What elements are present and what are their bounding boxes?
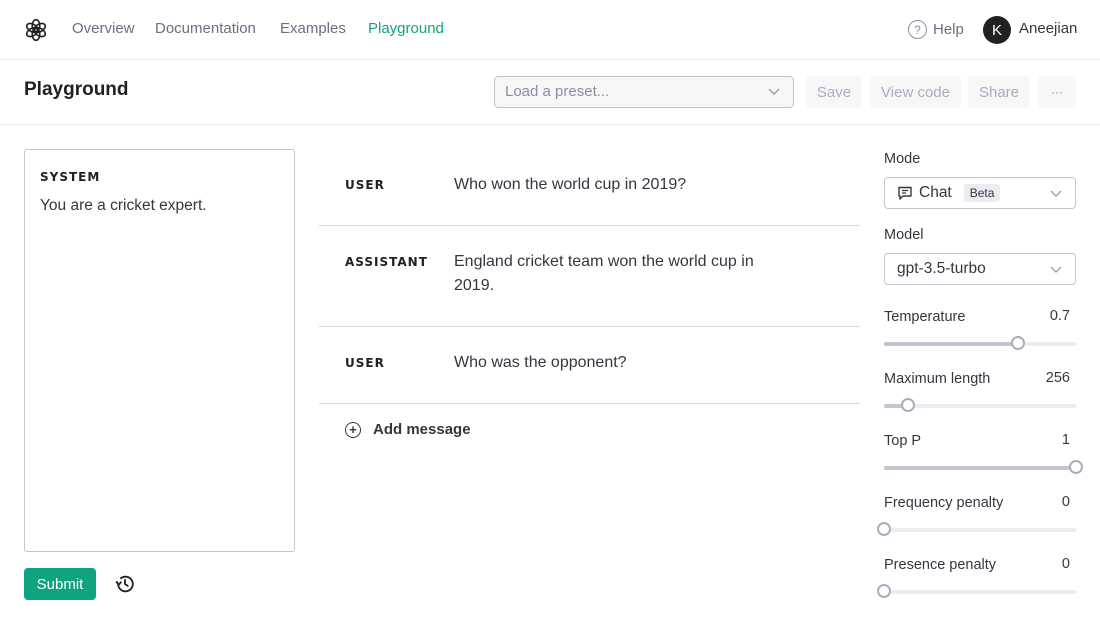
frequency-penalty-slider-thumb[interactable] (877, 522, 891, 536)
message-content[interactable]: Who was the opponent? (454, 351, 784, 375)
page-header: Playground Load a preset... Save View co… (0, 60, 1100, 125)
openai-logo-icon[interactable] (23, 17, 49, 43)
preset-placeholder: Load a preset... (505, 83, 610, 100)
temperature-value[interactable]: 0.7 (1050, 308, 1070, 324)
chevron-down-icon (768, 88, 780, 95)
top-p-slider-fill (884, 466, 1076, 470)
view-code-button[interactable]: View code (870, 76, 961, 108)
nav-playground[interactable]: Playground (368, 20, 444, 37)
top-nav: Overview Documentation Examples Playgrou… (0, 0, 1100, 60)
system-message-input[interactable]: You are a cricket expert. (40, 197, 279, 215)
more-options-button[interactable]: ··· (1038, 76, 1076, 108)
beta-badge: Beta (963, 184, 1001, 202)
mode-value: Chat (919, 184, 952, 201)
temperature-label: Temperature (884, 309, 966, 325)
plus-circle-icon: + (345, 421, 361, 438)
presence-penalty-setting: Presence penalty 0 (877, 556, 1076, 598)
mode-select[interactable]: Chat Beta (884, 177, 1076, 209)
message-row[interactable]: USER Who won the world cup in 2019? (319, 149, 860, 226)
temperature-slider-thumb[interactable] (1011, 336, 1026, 350)
top-p-slider-thumb[interactable] (1069, 460, 1083, 474)
system-message-panel[interactable]: SYSTEM You are a cricket expert. (24, 149, 295, 552)
top-p-value[interactable]: 1 (1062, 432, 1070, 448)
user-avatar[interactable]: K (983, 16, 1011, 44)
mode-label: Mode (884, 151, 921, 167)
model-select[interactable]: gpt-3.5-turbo (884, 253, 1076, 285)
user-name[interactable]: Aneejian (1019, 20, 1077, 37)
share-button[interactable]: Share (968, 76, 1030, 108)
top-p-slider[interactable] (884, 460, 1083, 474)
chevron-down-icon (1050, 190, 1062, 197)
help-link[interactable]: ? Help (908, 20, 964, 39)
preset-select[interactable]: Load a preset... (494, 76, 794, 108)
temperature-slider[interactable] (884, 336, 1076, 350)
maximum-length-slider-thumb[interactable] (901, 398, 915, 412)
top-p-label: Top P (884, 433, 922, 449)
temperature-setting: Temperature 0.7 (884, 308, 1076, 350)
maximum-length-label: Maximum length (884, 371, 991, 387)
message-row[interactable]: USER Who was the opponent? (319, 327, 860, 404)
submit-button[interactable]: Submit (24, 568, 96, 600)
frequency-penalty-label: Frequency penalty (884, 495, 1004, 511)
message-role[interactable]: USER (345, 351, 454, 375)
maximum-length-setting: Maximum length 256 (884, 370, 1076, 412)
maximum-length-slider[interactable] (884, 398, 1076, 412)
presence-penalty-slider-thumb[interactable] (877, 584, 891, 598)
history-icon[interactable] (114, 573, 136, 595)
chevron-down-icon (1050, 266, 1062, 273)
frequency-penalty-value[interactable]: 0 (1062, 494, 1070, 510)
presence-penalty-label: Presence penalty (884, 557, 997, 573)
nav-overview[interactable]: Overview (72, 20, 135, 37)
frequency-penalty-slider[interactable] (877, 522, 1076, 536)
message-content[interactable]: England cricket team won the world cup i… (454, 250, 784, 298)
message-role[interactable]: ASSISTANT (345, 250, 454, 298)
nav-documentation[interactable]: Documentation (155, 20, 256, 37)
message-role[interactable]: USER (345, 173, 454, 197)
message-content[interactable]: Who won the world cup in 2019? (454, 173, 784, 197)
presence-penalty-value[interactable]: 0 (1062, 556, 1070, 572)
help-label: Help (933, 21, 964, 38)
messages-list: USER Who won the world cup in 2019? ASSI… (319, 149, 860, 455)
nav-examples[interactable]: Examples (280, 20, 346, 37)
save-button[interactable]: Save (806, 76, 862, 108)
model-value: gpt-3.5-turbo (897, 260, 986, 277)
temperature-slider-fill (884, 342, 1019, 346)
system-label: SYSTEM (40, 170, 101, 184)
presence-penalty-slider[interactable] (877, 584, 1076, 598)
top-p-setting: Top P 1 (884, 432, 1083, 474)
maximum-length-value[interactable]: 256 (1046, 370, 1070, 386)
frequency-penalty-setting: Frequency penalty 0 (877, 494, 1076, 536)
model-label: Model (884, 227, 924, 243)
message-row[interactable]: ASSISTANT England cricket team won the w… (319, 226, 860, 327)
chat-bubble-icon (898, 186, 912, 200)
help-circle-icon: ? (908, 20, 927, 39)
add-message-button[interactable]: + Add message (319, 404, 860, 455)
add-message-label: Add message (373, 421, 471, 438)
page-title: Playground (24, 79, 129, 100)
